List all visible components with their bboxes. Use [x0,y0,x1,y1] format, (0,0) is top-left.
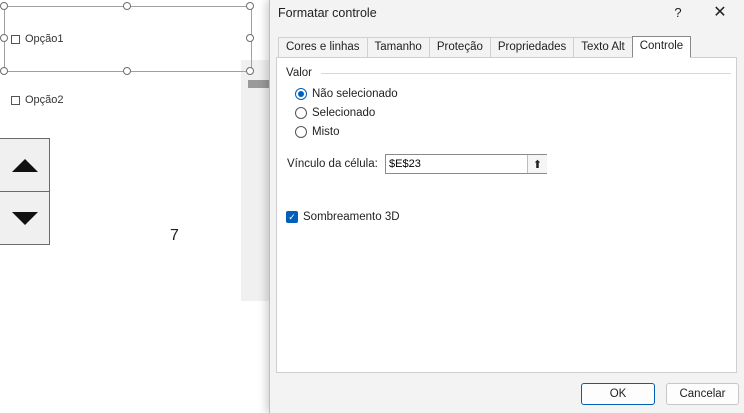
option1-label: Opção1 [25,33,64,45]
close-button[interactable]: ✕ [710,3,730,23]
shading-3d-checkbox[interactable]: ✓ [286,211,298,223]
spin-down-button[interactable] [0,192,49,244]
arrow-up-icon [11,158,38,172]
radio-selecionado-label: Selecionado [312,107,376,119]
format-control-dialog: Formatar controle ? ✕ Cores e linhas Tam… [269,0,744,413]
radio-misto[interactable]: Misto [295,126,339,138]
tab-controle[interactable]: Controle [631,36,692,58]
scroll-indicator [248,80,270,88]
help-button[interactable]: ? [668,3,688,23]
collapse-dialog-button[interactable]: ⬆ [527,155,547,173]
resize-handle-top-middle[interactable] [123,2,131,10]
tab-texto-alt[interactable]: Texto Alt [573,37,633,57]
cell-value[interactable]: 7 [170,227,179,245]
option2-box[interactable] [11,95,20,105]
radio-selecionado-circle[interactable] [295,107,307,119]
cancel-button[interactable]: Cancelar [666,383,739,405]
collapse-arrow-icon: ⬆ [532,158,543,171]
tab-propriedades[interactable]: Propriedades [489,37,575,57]
dialog-title: Formatar controle [278,6,377,20]
resize-handle-middle-left[interactable] [0,34,8,42]
spin-up-button[interactable] [0,139,49,192]
resize-handle-top-right[interactable] [246,2,254,10]
resize-handle-top-left[interactable] [0,2,8,10]
radio-selecionado[interactable]: Selecionado [295,107,375,119]
option1-box[interactable] [11,34,20,44]
shading-3d-checkbox-row[interactable]: ✓ Sombreamento 3D [286,211,400,223]
radio-misto-circle[interactable] [295,126,307,138]
radio-nao-selecionado-circle[interactable] [295,88,307,100]
resize-handle-middle-right[interactable] [246,34,254,42]
controle-tab-panel: Valor Não selecionado Selecionado Misto … [276,57,737,373]
option2-control[interactable]: Opção2 [11,94,64,106]
tab-cores-e-linhas[interactable]: Cores e linhas [278,37,368,57]
tab-protecao[interactable]: Proteção [428,37,491,57]
radio-misto-label: Misto [312,126,340,138]
option1-control[interactable]: Opção1 [11,33,64,45]
valor-group-label: Valor [286,67,312,79]
option2-label: Opção2 [25,94,64,106]
sheet-shadow-area [241,60,271,301]
tab-bar: Cores e linhas Tamanho Proteção Propried… [278,36,692,58]
arrow-down-icon [11,211,38,225]
valor-group-divider [321,73,731,74]
cell-link-input[interactable] [385,154,547,174]
radio-nao-selecionado-label: Não selecionado [312,88,398,100]
ok-button[interactable]: OK [581,383,655,405]
radio-nao-selecionado[interactable]: Não selecionado [295,88,398,100]
tab-tamanho[interactable]: Tamanho [366,37,430,57]
resize-handle-bottom-middle[interactable] [123,67,131,75]
spin-button-control[interactable] [0,138,50,245]
shading-3d-label: Sombreamento 3D [303,211,400,223]
resize-handle-bottom-left[interactable] [0,67,8,75]
resize-handle-bottom-right[interactable] [246,67,254,75]
cell-link-label: Vínculo da célula: [287,158,378,170]
